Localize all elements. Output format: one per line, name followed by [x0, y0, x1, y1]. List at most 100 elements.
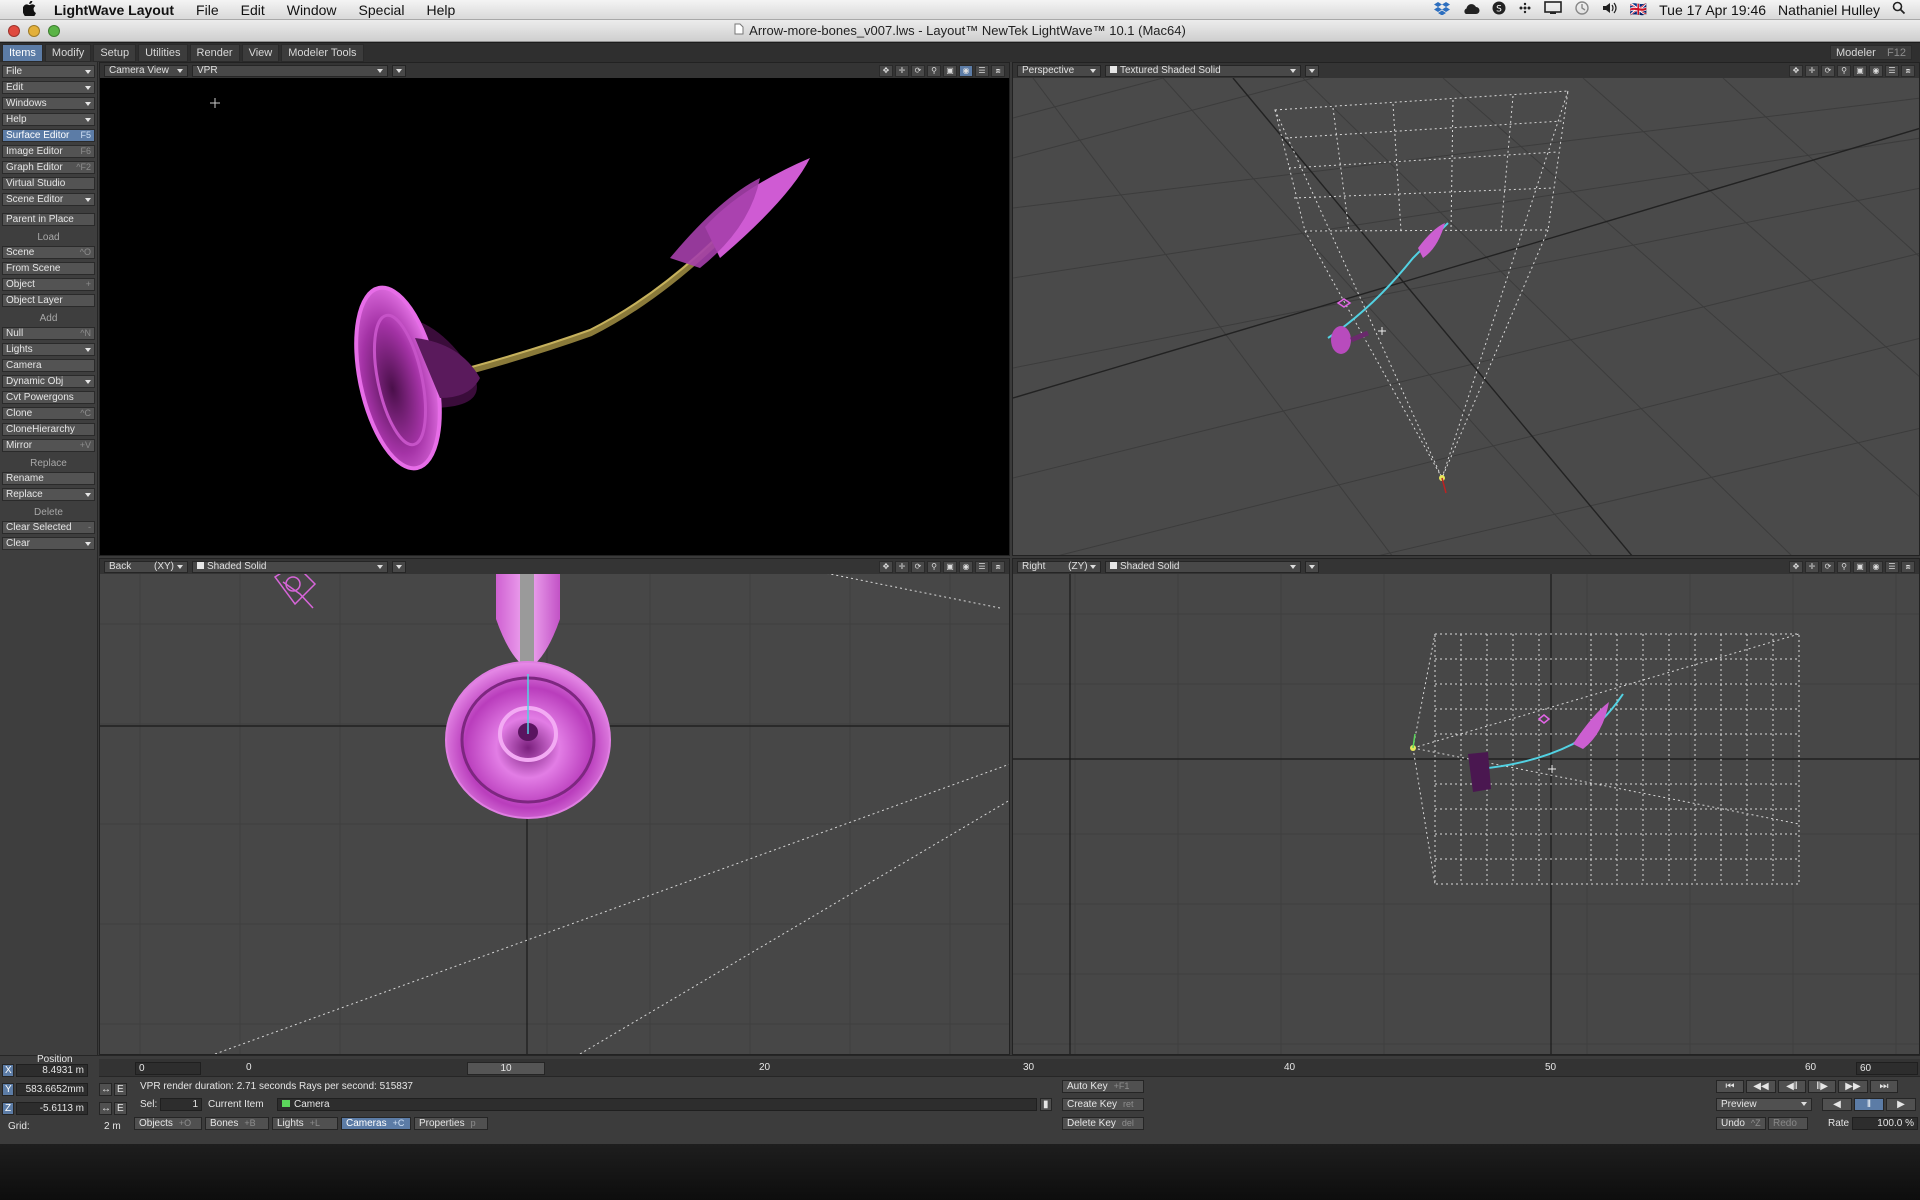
view-type-select[interactable]: Perspective [1017, 64, 1101, 77]
windows-menu-button[interactable]: Windows [2, 97, 95, 110]
viewport-back[interactable]: Back (XY) Shaded Solid ✥ ✛ ⟳ ⚲ ▣ ◉ ☰ ⧈ [99, 558, 1010, 1055]
replace-button[interactable]: Replace [2, 488, 95, 501]
preview-select[interactable]: Preview [1716, 1098, 1812, 1111]
clear-button[interactable]: Clear [2, 537, 95, 550]
auto-key-button[interactable]: Auto Key +F1 [1062, 1080, 1144, 1093]
tab-items[interactable]: Items [2, 43, 43, 62]
maximize-view-icon[interactable]: ▣ [943, 64, 957, 77]
tab-setup[interactable]: Setup [93, 43, 137, 62]
properties-button[interactable]: Properties p [414, 1117, 488, 1130]
viewport-perspective[interactable]: Perspective Textured Shaded Solid ✥ ✛ ⟳ … [1012, 62, 1920, 556]
clone-hierarchy-button[interactable]: CloneHierarchy [2, 423, 95, 436]
vpr-camera-icon[interactable]: ◉ [1869, 560, 1883, 573]
tab-modeler-tools[interactable]: Modeler Tools [281, 43, 364, 62]
timeline-slider[interactable]: 0 10 0 20 30 40 50 60 60 [99, 1059, 1920, 1077]
create-key-button[interactable]: Create Key ret [1062, 1098, 1144, 1111]
move-view-icon[interactable]: ✥ [879, 64, 893, 77]
add-null-button[interactable]: Null ^N [2, 327, 95, 340]
load-from-scene-button[interactable]: From Scene [2, 262, 95, 275]
step-back-icon[interactable]: ◀‖ [1778, 1080, 1806, 1093]
virtual-studio-button[interactable]: Virtual Studio [2, 177, 95, 190]
play-reverse-icon[interactable]: ◀ [1822, 1098, 1852, 1111]
lock-view-icon[interactable]: ⧈ [1901, 560, 1915, 573]
menu-file[interactable]: File [185, 2, 230, 18]
pan-view-icon[interactable]: ✛ [895, 64, 909, 77]
y-slider-icon[interactable]: ↔ [99, 1083, 112, 1096]
menu-edit[interactable]: Edit [230, 2, 276, 18]
cvt-powergons-button[interactable]: Cvt Powergons [2, 391, 95, 404]
help-menu-button[interactable]: Help [2, 113, 95, 126]
pan-view-icon[interactable]: ✛ [1805, 560, 1819, 573]
maximize-view-icon[interactable]: ▣ [1853, 64, 1867, 77]
pause-icon[interactable]: ‖ [1854, 1098, 1884, 1111]
timeline-scrubber[interactable]: 10 [467, 1062, 545, 1075]
tab-view[interactable]: View [241, 43, 280, 62]
vpr-options-icon[interactable]: ☰ [1885, 64, 1899, 77]
menu-help[interactable]: Help [415, 2, 466, 18]
zoom-view-icon[interactable]: ⚲ [927, 64, 941, 77]
viewport-camera-view[interactable]: Camera View VPR ✥ ✛ ⟳ ⚲ ▣ ◉ ☰ ⧈ [99, 62, 1010, 556]
viewport-options-button[interactable] [392, 560, 406, 573]
rotate-view-icon[interactable]: ⟳ [1821, 560, 1835, 573]
edit-menu-button[interactable]: Edit [2, 81, 95, 94]
move-view-icon[interactable]: ✥ [1789, 560, 1803, 573]
render-mode-select[interactable]: Shaded Solid [1105, 560, 1301, 573]
close-window-button[interactable] [8, 25, 20, 37]
clear-selected-button[interactable]: Clear Selected - [2, 521, 95, 534]
viewport-right[interactable]: Right (ZY) Shaded Solid ✥ ✛ ⟳ ⚲ ▣ ◉ ☰ ⧈ [1012, 558, 1920, 1055]
apple-menu-icon[interactable] [18, 0, 40, 19]
tab-modify[interactable]: Modify [44, 43, 92, 62]
z-position-field[interactable]: -5.6113 m [16, 1102, 88, 1115]
go-to-end-icon[interactable]: ⏭ [1870, 1080, 1898, 1093]
z-envelope-button[interactable]: E [114, 1102, 127, 1115]
go-to-start-icon[interactable]: ⏮ [1716, 1080, 1744, 1093]
vpr-options-icon[interactable]: ☰ [975, 64, 989, 77]
add-camera-button[interactable]: Camera [2, 359, 95, 372]
next-key-icon[interactable]: ▶▶ [1838, 1080, 1868, 1093]
step-forward-icon[interactable]: ‖▶ [1808, 1080, 1836, 1093]
zoom-view-icon[interactable]: ⚲ [1837, 64, 1851, 77]
vpr-options-icon[interactable]: ☰ [975, 560, 989, 573]
zoom-view-icon[interactable]: ⚲ [1837, 560, 1851, 573]
minimize-window-button[interactable] [28, 25, 40, 37]
maximize-view-icon[interactable]: ▣ [1853, 560, 1867, 573]
redo-button[interactable]: Redo [1768, 1117, 1808, 1130]
pan-view-icon[interactable]: ✛ [1805, 64, 1819, 77]
z-slider-icon[interactable]: ↔ [99, 1102, 112, 1115]
move-view-icon[interactable]: ✥ [879, 560, 893, 573]
rotate-view-icon[interactable]: ⟳ [1821, 64, 1835, 77]
rotate-view-icon[interactable]: ⟳ [911, 64, 925, 77]
zoom-window-button[interactable] [48, 25, 60, 37]
time-machine-icon[interactable] [1574, 0, 1590, 19]
view-type-select[interactable]: Right (ZY) [1017, 560, 1101, 573]
menubar-user[interactable]: Nathaniel Hulley [1778, 2, 1880, 18]
item-properties-icon[interactable]: ▮ [1040, 1098, 1052, 1111]
menu-window[interactable]: Window [276, 2, 348, 18]
end-frame-field[interactable]: 60 [1856, 1062, 1918, 1075]
z-axis-toggle[interactable]: Z [2, 1102, 14, 1115]
pan-view-icon[interactable]: ✛ [895, 560, 909, 573]
zoom-view-icon[interactable]: ⚲ [927, 560, 941, 573]
add-lights-button[interactable]: Lights [2, 343, 95, 356]
maximize-view-icon[interactable]: ▣ [943, 560, 957, 573]
tab-render[interactable]: Render [189, 43, 240, 62]
lock-view-icon[interactable]: ⧈ [1901, 64, 1915, 77]
lock-view-icon[interactable]: ⧈ [991, 64, 1005, 77]
vpr-camera-icon[interactable]: ◉ [959, 560, 973, 573]
display-icon[interactable] [1543, 1, 1562, 18]
lock-view-icon[interactable]: ⧈ [991, 560, 1005, 573]
graph-editor-button[interactable]: Graph Editor ^F2 [2, 161, 95, 174]
vpr-camera-icon[interactable]: ◉ [1869, 64, 1883, 77]
modeler-button[interactable]: Modeler F12 [1830, 45, 1912, 60]
filter-lights-button[interactable]: Lights +L [272, 1117, 338, 1130]
vpr-options-icon[interactable]: ☰ [1885, 560, 1899, 573]
render-mode-select[interactable]: Textured Shaded Solid [1105, 64, 1301, 77]
scene-editor-button[interactable]: Scene Editor [2, 193, 95, 206]
current-item-select[interactable]: Camera [277, 1098, 1037, 1111]
y-axis-toggle[interactable]: Y [2, 1083, 14, 1096]
start-frame-field[interactable]: 0 [135, 1062, 201, 1075]
image-editor-button[interactable]: Image Editor F6 [2, 145, 95, 158]
parent-in-place-button[interactable]: Parent in Place [2, 213, 95, 226]
rotate-view-icon[interactable]: ⟳ [911, 560, 925, 573]
y-envelope-button[interactable]: E [114, 1083, 127, 1096]
